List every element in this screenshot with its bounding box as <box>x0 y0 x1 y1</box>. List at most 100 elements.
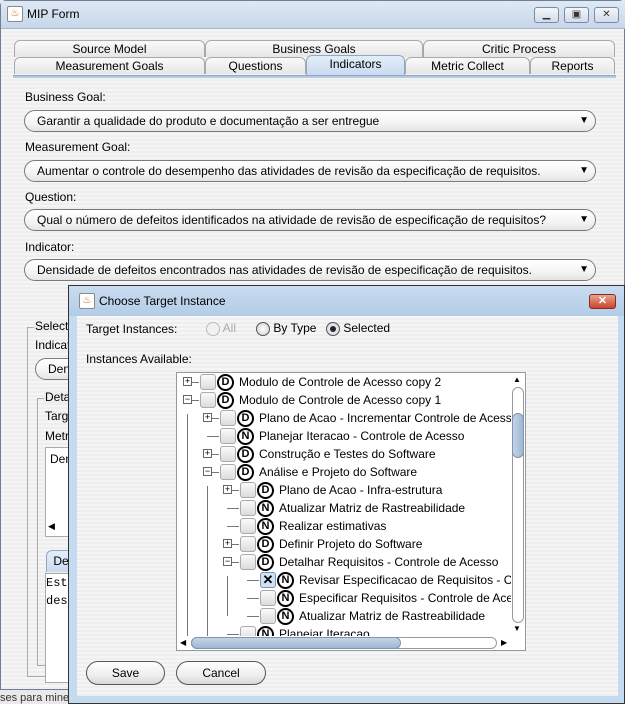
node-type-icon: N <box>257 518 274 535</box>
expand-icon[interactable]: + <box>183 377 192 386</box>
node-checkbox[interactable] <box>240 482 256 498</box>
collapse-icon[interactable]: − <box>223 557 232 566</box>
node-type-icon: N <box>257 626 274 636</box>
horizontal-scrollbar[interactable]: ◀ ▶ <box>177 636 511 650</box>
node-checkbox[interactable] <box>260 608 276 624</box>
tree-node[interactable]: + D Construção e Testes do Software <box>177 445 512 463</box>
node-checkbox[interactable] <box>220 464 236 480</box>
tree-node[interactable]: − D Análise e Projeto do Software <box>177 463 512 481</box>
tree-node[interactable]: + D Plano de Acao - Incrementar Controle d… <box>177 409 512 427</box>
tree-node[interactable]: N Atualizar Matriz de Rastreabilidade <box>177 499 512 517</box>
radio-all[interactable]: All <box>206 321 236 336</box>
decision-type-icon: D <box>237 446 254 463</box>
tree-node[interactable]: N Realizar estimativas <box>177 517 512 535</box>
radio-selected[interactable]: Selected <box>326 321 390 336</box>
tab-critic-process[interactable]: Critic Process <box>423 40 615 57</box>
node-checkbox[interactable] <box>220 410 236 426</box>
tree-node[interactable]: − D Modulo de Controle de Acesso copy 1 <box>177 391 512 409</box>
node-checkbox[interactable] <box>220 428 236 444</box>
tree-node[interactable]: + D Modulo de Controle de Acesso copy 2 <box>177 373 512 391</box>
tree-line <box>247 580 259 581</box>
question-combo[interactable]: Qual o número de defeitos identificados … <box>24 209 596 231</box>
node-checkbox[interactable] <box>200 374 216 390</box>
tab-questions[interactable]: Questions <box>205 57 306 74</box>
scroll-up-arrow-icon[interactable]: ▲ <box>513 375 521 384</box>
minimize-button[interactable]: ▁ <box>534 7 559 23</box>
tree-node[interactable]: + D Definir Projeto do Software <box>177 535 512 553</box>
node-checkbox[interactable] <box>240 518 256 534</box>
measurement-goal-label: Measurement Goal: <box>25 140 131 154</box>
measurement-goal-value: Aumentar o controle do desempenho das at… <box>37 164 541 178</box>
target-partial-label: Targ <box>45 409 69 423</box>
radio-all-label: All <box>222 321 237 335</box>
node-checkbox[interactable] <box>260 590 276 606</box>
business-goal-label: Business Goal: <box>25 90 106 104</box>
tree-line <box>227 576 228 616</box>
radio-selected-label: Selected <box>343 321 391 335</box>
vertical-scrollbar[interactable]: ▲ ▼ <box>511 373 525 636</box>
tab-indicators[interactable]: Indicators <box>306 55 405 75</box>
question-value: Qual o número de defeitos identificados … <box>37 213 546 227</box>
node-label: Análise e Projeto do Software <box>259 465 418 479</box>
instances-tree[interactable]: + D Modulo de Controle de Acesso copy 2− D M… <box>176 372 526 651</box>
node-checkbox[interactable] <box>240 554 256 570</box>
tab-divider <box>13 75 616 78</box>
vertical-scroll-thumb[interactable] <box>512 413 524 458</box>
collapse-icon[interactable]: − <box>203 467 212 476</box>
scroll-right-arrow-icon[interactable]: ▶ <box>501 638 507 647</box>
scroll-down-arrow-icon[interactable]: ▼ <box>513 624 521 633</box>
node-label: Definir Projeto do Software <box>279 537 423 551</box>
radio-circle <box>326 321 340 336</box>
node-type-icon: N <box>277 590 294 607</box>
expand-icon[interactable]: + <box>223 485 232 494</box>
tab-source-model[interactable]: Source Model <box>14 40 205 57</box>
tab-measurement-goals[interactable]: Measurement Goals <box>14 57 205 74</box>
horizontal-scroll-thumb[interactable] <box>191 637 401 649</box>
node-label: Realizar estimativas <box>279 519 387 533</box>
scroll-left-arrow-icon[interactable]: ◀ <box>180 638 186 647</box>
close-button[interactable]: ✕ <box>594 7 619 23</box>
target-instances-label: Target Instances: <box>86 322 178 336</box>
background-text: ses para mine <box>0 692 70 704</box>
business-goal-combo[interactable]: Garantir a qualidade do produto e docume… <box>24 110 596 132</box>
radio-circle <box>256 321 270 336</box>
node-checkbox[interactable] <box>240 500 256 516</box>
node-checkbox[interactable] <box>220 446 236 462</box>
expand-icon[interactable]: + <box>203 449 212 458</box>
decision-type-icon: D <box>257 482 274 499</box>
maximize-button[interactable]: ▣ <box>564 7 589 23</box>
node-checkbox[interactable] <box>240 536 256 552</box>
node-label: Planejar Iteracao - Controle de Acesso <box>259 429 465 443</box>
radio-by-type[interactable]: By Type <box>256 321 316 336</box>
node-label: Construção e Testes do Software <box>259 447 436 461</box>
decision-type-icon: D <box>257 536 274 553</box>
expand-icon[interactable]: + <box>223 539 232 548</box>
node-checkbox[interactable] <box>240 626 256 636</box>
indicator-partial-label: Indicat <box>35 338 71 352</box>
indicator-combo[interactable]: Densidade de defeitos encontrados nas at… <box>24 259 596 281</box>
node-label: Atualizar Matriz de Rastreabilidade <box>299 609 486 623</box>
tree-node[interactable]: + D Plano de Acao - Infra-estrutura <box>177 481 512 499</box>
business-goal-value: Garantir a qualidade do produto e docume… <box>37 114 380 128</box>
tree-node[interactable]: N Planejar Iteracao - Controle de Acesso <box>177 427 512 445</box>
save-button[interactable]: Save <box>86 661 165 685</box>
cancel-button[interactable]: Cancel <box>176 661 266 685</box>
tab-metric-collect[interactable]: Metric Collect <box>405 57 530 74</box>
node-label: Revisar Especificacao de Requisitos - Co… <box>299 573 512 587</box>
collapse-icon[interactable]: − <box>183 395 192 404</box>
instances-available-label: Instances Available: <box>86 352 192 366</box>
dialog-close-button[interactable]: ✕ <box>589 294 616 309</box>
expand-icon[interactable]: + <box>203 413 212 422</box>
java-app-icon: ♨ <box>79 293 95 309</box>
node-label: Atualizar Matriz de Rastreabilidade <box>279 501 466 515</box>
tree-node[interactable]: N Planejar Iteracao <box>177 625 512 636</box>
tree-line <box>227 634 239 635</box>
measurement-goal-combo[interactable]: Aumentar o controle do desempenho das at… <box>24 160 596 182</box>
tab-reports[interactable]: Reports <box>530 57 615 74</box>
tree-node[interactable]: − D Detalhar Requisitos - Controle de Aces… <box>177 553 512 571</box>
node-checkbox[interactable] <box>200 392 216 408</box>
indicator-label: Indicator: <box>25 240 75 254</box>
indicator-value: Densidade de defeitos encontrados nas at… <box>37 263 532 277</box>
node-label: Detalhar Requisitos - Controle de Acesso <box>279 555 499 569</box>
node-checkbox[interactable]: ✕ <box>260 572 276 588</box>
